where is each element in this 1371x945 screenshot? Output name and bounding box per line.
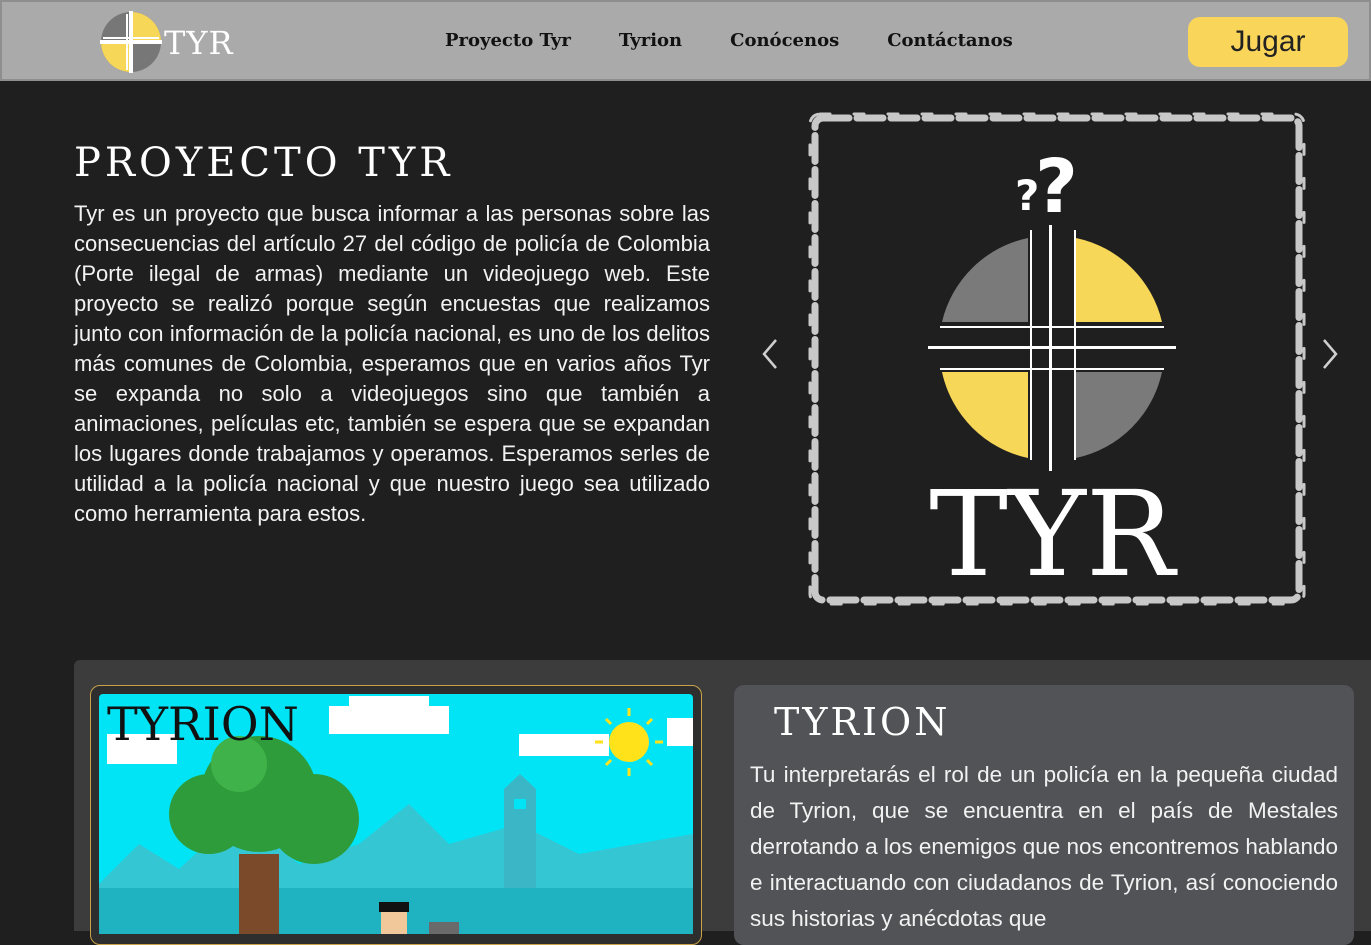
tyrion-title: TYRION [774, 700, 951, 744]
game-preview-image: TYRION [99, 694, 693, 934]
chevron-left-icon [762, 339, 777, 369]
carousel-prev-button[interactable] [760, 338, 790, 378]
tyr-emblem-icon [100, 11, 162, 73]
carousel-slide-tyr-logo: ? ? TYR [808, 112, 1306, 606]
nav-link-tyrion[interactable]: Tyrion [619, 30, 682, 51]
nav-link-contactanos[interactable]: Contáctanos [887, 30, 1013, 51]
hero-title: PROYECTO TYR [74, 140, 454, 186]
brand-logo[interactable]: TYR [100, 10, 234, 74]
top-navbar: TYR Proyecto Tyr Tyrion Conócenos Contác… [0, 0, 1371, 81]
logo-carousel: ? ? TYR [760, 100, 1370, 620]
play-button[interactable]: Jugar [1188, 17, 1348, 67]
tyrion-description: Tu interpretarás el rol de un policía en… [750, 762, 1338, 931]
nav-link-conocenos[interactable]: Conócenos [730, 30, 839, 51]
svg-text:?: ? [1035, 144, 1078, 230]
nav-links: Proyecto Tyr Tyrion Conócenos Contáctano… [445, 30, 1061, 51]
svg-text:TYR: TYR [929, 465, 1178, 603]
chevron-right-icon [1323, 339, 1338, 369]
nav-link-proyecto-tyr[interactable]: Proyecto Tyr [445, 30, 571, 51]
brand-text: TYR [164, 24, 234, 62]
hero-description: Tyr es un proyecto que busca informar a … [74, 201, 710, 526]
svg-text:TYRION: TYRION [107, 697, 299, 751]
carousel-next-button[interactable] [1320, 338, 1350, 378]
